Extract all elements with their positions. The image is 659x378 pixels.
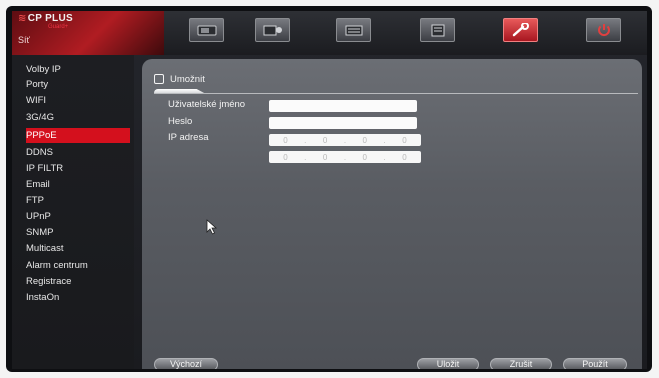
tab-settings[interactable] <box>503 18 538 42</box>
sidebar-item-wifi[interactable]: WIFI <box>26 93 46 108</box>
power-icon <box>597 24 610 36</box>
wrench-icon <box>512 23 529 37</box>
tab-document[interactable] <box>420 18 455 42</box>
sidebar-item-multicast[interactable]: Multicast <box>26 241 63 256</box>
storage-icon <box>345 25 362 35</box>
ip-octet: 0 <box>402 135 407 145</box>
sidebar-item-snmp[interactable]: SNMP <box>26 225 53 240</box>
sidebar-item-ftp[interactable]: FTP <box>26 193 44 208</box>
sidebar-item-alarm-centrum[interactable]: Alarm centrum <box>26 258 88 273</box>
mouse-cursor-icon <box>206 219 218 235</box>
ip-octet: 0 <box>402 152 407 162</box>
ip-octet: 0 <box>322 152 328 162</box>
enable-checkbox[interactable] <box>154 74 164 84</box>
save-button[interactable]: Uložit <box>417 358 479 369</box>
ip-octet: 0 <box>362 152 367 162</box>
sidebar-item-pppoe[interactable]: PPPoE <box>26 128 130 143</box>
ip-octet: 0 <box>283 152 288 162</box>
enable-label: Umožnit <box>170 73 205 85</box>
ip-address-input[interactable]: 0. 0. 0. 0 <box>269 134 421 146</box>
sidebar: Volby IP Porty WIFI 3G/4G PPPoE DDNS IP … <box>12 55 134 369</box>
section-title: Síť <box>18 35 30 45</box>
username-input[interactable] <box>269 100 417 112</box>
sidebar-item-3g-4g[interactable]: 3G/4G <box>26 110 54 125</box>
logo-text: CP PLUS <box>27 13 73 24</box>
ip-address-label: IP adresa <box>168 132 209 143</box>
logo-mark-icon: ≋ <box>18 13 27 24</box>
tab-storage[interactable] <box>336 18 371 42</box>
network-cameras-icon <box>263 25 282 35</box>
tab-power[interactable] <box>586 18 621 42</box>
cancel-button[interactable]: Zrušit <box>490 358 552 369</box>
sidebar-item-ddns[interactable]: DDNS <box>26 145 53 160</box>
ip-octet: 0 <box>322 135 328 145</box>
logo-subtext: Guard+ <box>48 24 69 30</box>
ip-address-input-secondary[interactable]: 0. 0. 0. 0 <box>269 151 421 163</box>
sidebar-item-registrace[interactable]: Registrace <box>26 274 71 289</box>
sidebar-item-email[interactable]: Email <box>26 177 50 192</box>
pppoe-settings-panel: Umožnit Uživatelské jméno Heslo IP adres… <box>142 59 642 369</box>
cp-plus-logo: ≋CP PLUS Guard+ <box>18 13 80 33</box>
tab-network-cameras[interactable] <box>255 18 290 42</box>
dvr-screen: ≋CP PLUS Guard+ Síť Volby IP Porty WIFI … <box>12 11 647 369</box>
ip-octet: 0 <box>362 135 367 145</box>
top-tab-bar <box>164 11 647 55</box>
section-divider <box>154 89 638 94</box>
password-input[interactable] <box>269 117 417 129</box>
tab-camera[interactable] <box>189 18 224 42</box>
camera-icon <box>197 25 216 35</box>
ip-octet: 0 <box>283 135 288 145</box>
username-label: Uživatelské jméno <box>168 99 246 110</box>
apply-button[interactable]: Použít <box>563 358 627 369</box>
enable-row: Umožnit <box>154 73 205 85</box>
sidebar-item-upnp[interactable]: UPnP <box>26 209 51 224</box>
sidebar-item-ip-filtr[interactable]: IP FILTR <box>26 161 63 176</box>
brand-header: ≋CP PLUS Guard+ Síť <box>12 11 164 55</box>
sidebar-item-instaon[interactable]: InstaOn <box>26 290 59 305</box>
sidebar-item-porty[interactable]: Porty <box>26 77 48 92</box>
password-label: Heslo <box>168 116 193 127</box>
default-button[interactable]: Výchozí <box>154 358 218 369</box>
document-icon <box>431 24 444 36</box>
sidebar-item-volby-ip[interactable]: Volby IP <box>26 62 61 77</box>
